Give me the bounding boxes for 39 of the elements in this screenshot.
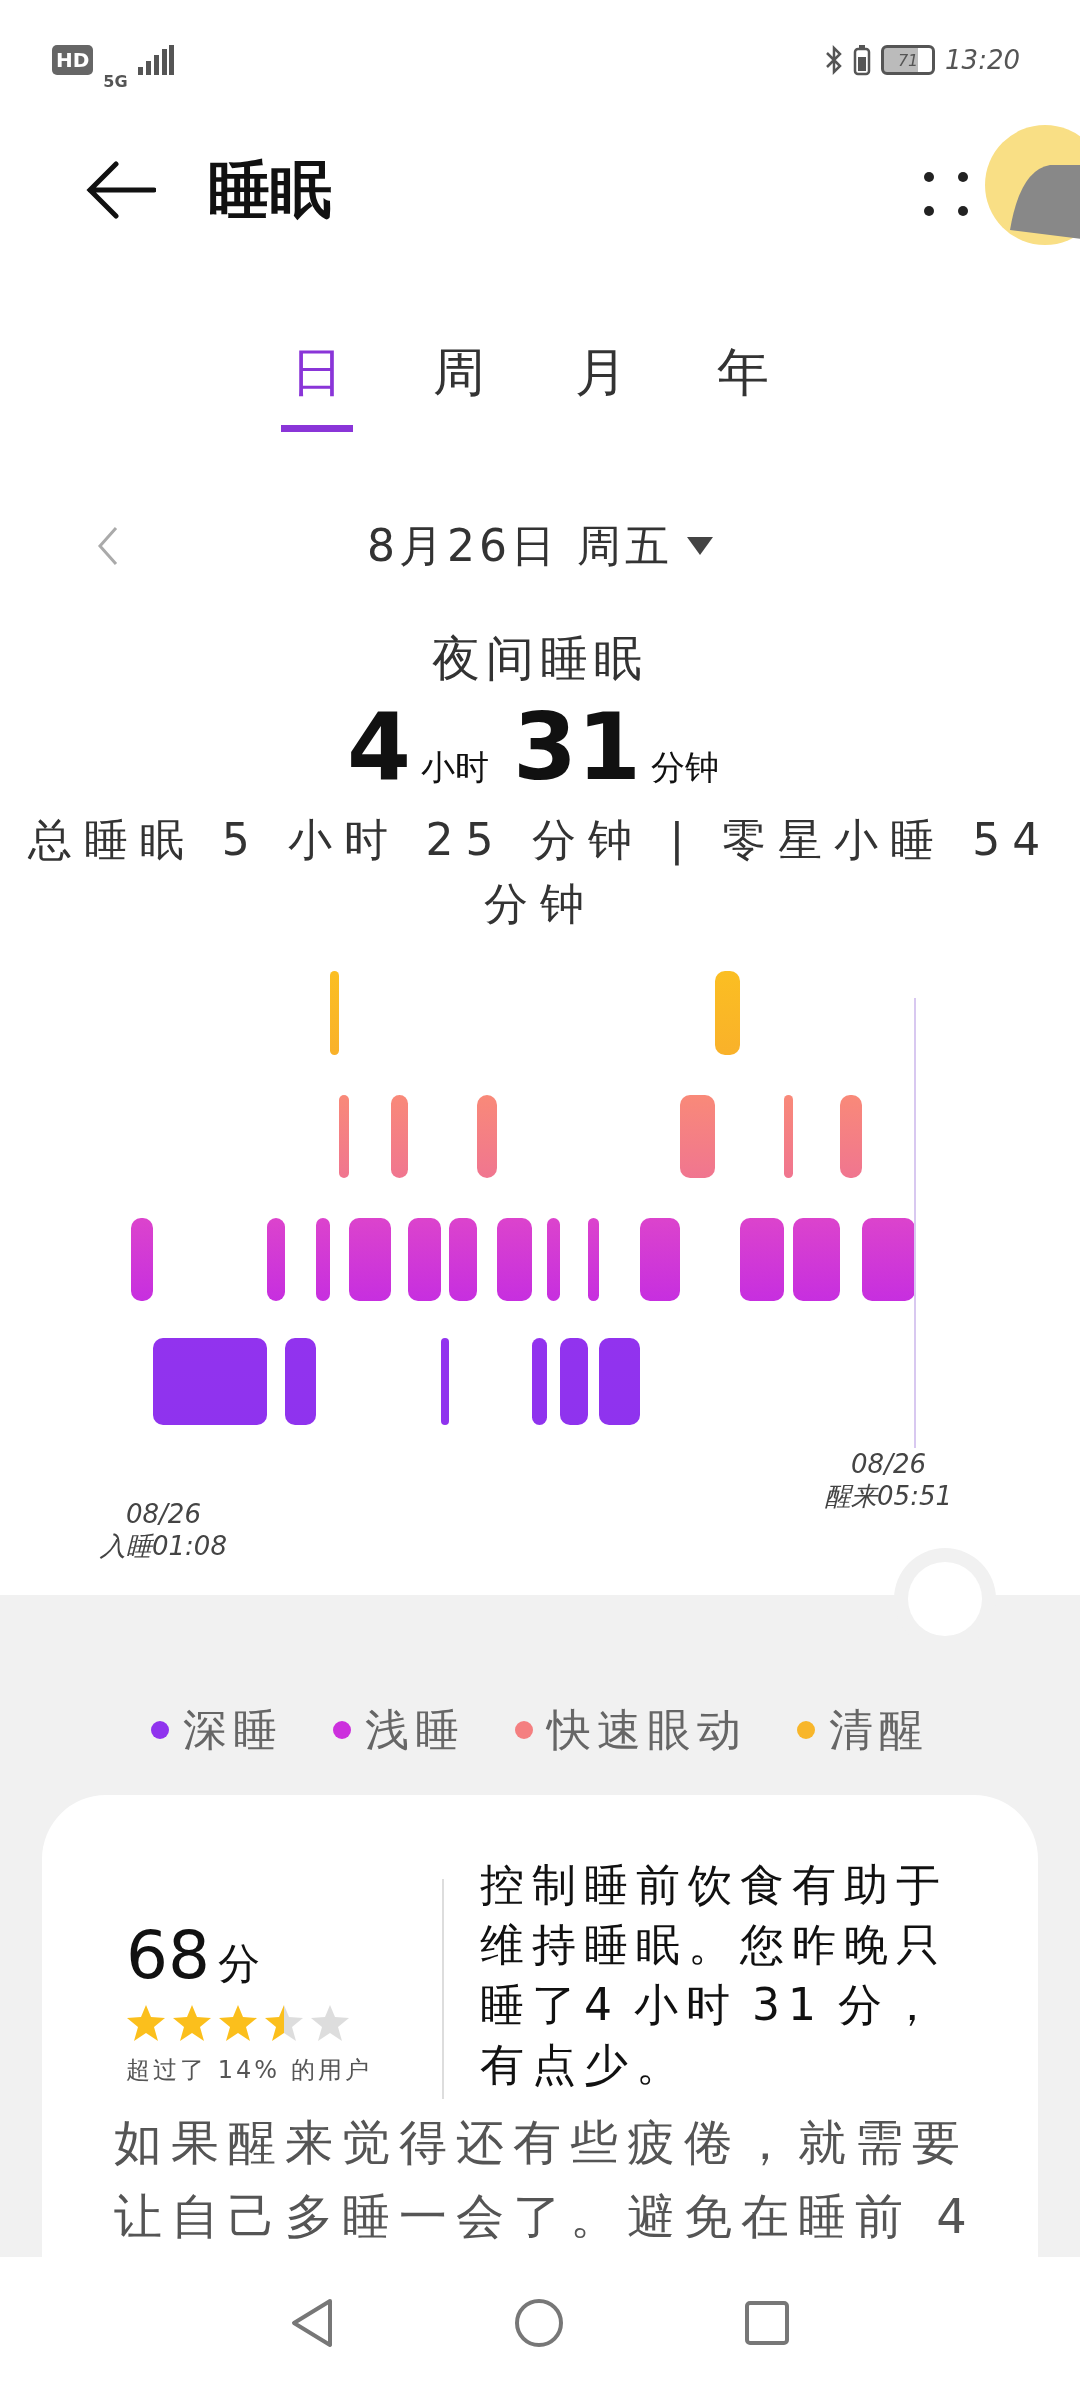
hours-unit: 小时 [421, 746, 489, 789]
wake-time: 醒来05:51 [825, 1480, 952, 1512]
phone-battery-icon [853, 44, 872, 76]
chevron-left-icon[interactable] [96, 526, 120, 566]
period-tab[interactable]: 日 [281, 338, 353, 432]
hd-badge: HD [52, 45, 94, 75]
summary-title: 夜间睡眠 [431, 629, 649, 688]
back-nav-icon[interactable] [290, 2297, 334, 2348]
sleep-start-time: 入睡01:08 [100, 1530, 227, 1562]
period-tab[interactable]: 月 [565, 338, 637, 432]
legend-label: 浅睡 [365, 1702, 465, 1757]
tip-text: 如果醒来觉得还有些疲倦，就需要让自己多睡一会了。避免在睡前 4 [113, 2113, 977, 2246]
recents-nav-icon[interactable] [744, 2299, 790, 2346]
clock: 13:20 [945, 45, 1020, 75]
advice-text: 控制睡前饮食有助于维持睡眠。您昨晚只睡了4 小时 31 分，有点少。 [480, 1858, 949, 2092]
dropdown-icon[interactable] [687, 537, 713, 555]
wake-date: 08/26 [851, 1448, 926, 1480]
minutes-unit: 分钟 [651, 746, 719, 789]
signal-icon [137, 45, 174, 75]
minutes-value: 31 [513, 698, 641, 798]
legend-label: 清醒 [829, 1702, 929, 1757]
score-value: 68 [126, 1917, 210, 1994]
more-icon[interactable] [924, 172, 968, 216]
period-tab[interactable]: 周 [423, 338, 495, 432]
back-icon[interactable] [86, 160, 156, 220]
legend-label: 快速眼动 [547, 1702, 747, 1757]
total-sleep-text: 总睡眠 5 小时 25 分钟 | 零星小睡 54 分钟 [26, 813, 1054, 931]
page-title: 睡眠 [208, 152, 332, 228]
percentile-text: 超过了 14% 的用户 [126, 2055, 373, 2086]
legend-label: 深睡 [183, 1702, 283, 1757]
date-label[interactable]: 8月26日 周五 [367, 516, 673, 576]
hours-value: 4 [346, 698, 411, 798]
battery-level: 71 [881, 45, 936, 75]
home-nav-icon[interactable] [514, 2297, 564, 2348]
network-label: 5G [103, 71, 128, 91]
bluetooth-icon [825, 44, 844, 76]
score-unit: 分 [218, 1938, 260, 1990]
period-tab[interactable]: 年 [707, 338, 779, 432]
sleep-start-date: 08/26 [126, 1498, 201, 1530]
